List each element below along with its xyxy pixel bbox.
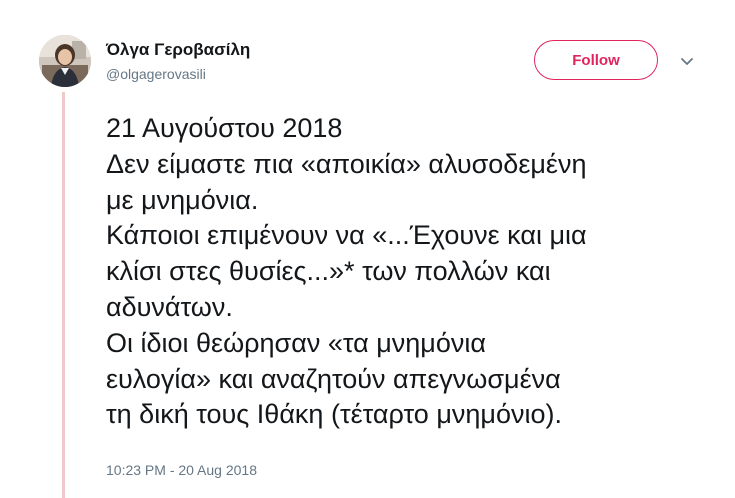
tweet-line: Οι ίδιοι θεώρησαν «τα μνημόνια xyxy=(106,327,486,358)
tweet-line: τη δική τους Ιθάκη (τέταρτο μνημόνιο). xyxy=(106,399,562,430)
tweet-line: αδυνάτων. xyxy=(106,291,233,322)
avatar[interactable] xyxy=(39,35,91,87)
tweet-line: με μνημόνια. xyxy=(106,184,259,215)
chevron-down-icon[interactable] xyxy=(678,52,696,70)
tweet-line: Δεν είμαστε πια «αποικία» αλυσοδεμένη xyxy=(106,148,587,179)
tweet-line: Κάποιοι επιμένουν να «...Έχουνε και μια xyxy=(106,220,587,251)
tweet-line: 21 Αυγούστου 2018 xyxy=(106,113,343,143)
thread-line xyxy=(62,92,65,498)
tweet-line: κλίσι στες θυσίες...»* των πολλών και xyxy=(106,256,551,287)
profile-photo xyxy=(39,35,91,87)
tweet-line: ευλογία» και αναζητούν απεγνωσμένα xyxy=(106,363,561,394)
author-name[interactable]: Όλγα Γεροβασίλη xyxy=(106,40,250,60)
tweet-text: 21 Αυγούστου 2018 Δεν είμαστε πια «αποικ… xyxy=(106,111,726,433)
author-handle[interactable]: @olgagerovasili xyxy=(106,66,206,82)
follow-button[interactable]: Follow xyxy=(534,40,658,80)
tweet-timestamp[interactable]: 10:23 PM - 20 Aug 2018 xyxy=(106,462,257,478)
